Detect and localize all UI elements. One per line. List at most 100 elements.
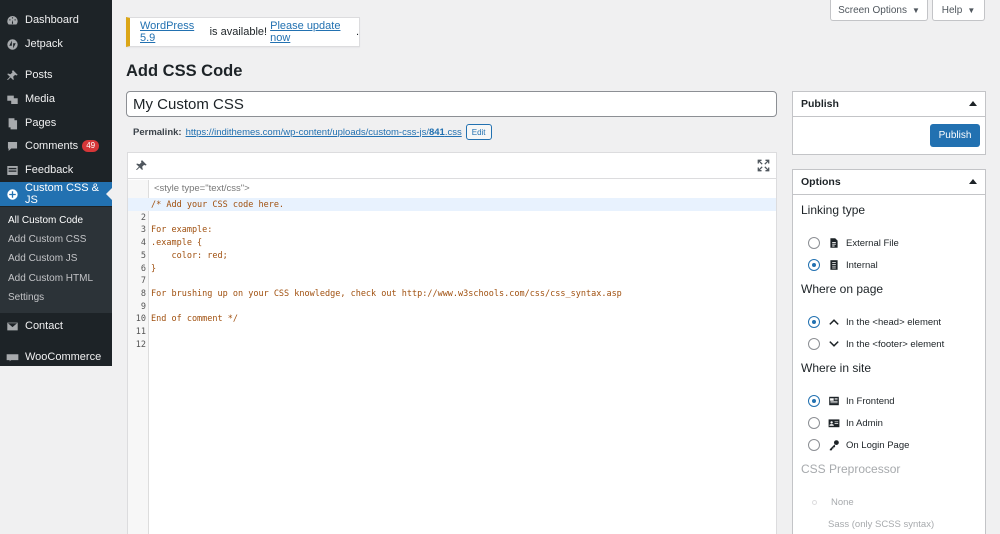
option-label: In Frontend xyxy=(846,395,895,407)
where-in-site-heading: Where in site xyxy=(801,361,872,375)
sidebar-item-pages[interactable]: Pages xyxy=(0,111,112,135)
update-now-link[interactable]: Please update now xyxy=(270,20,356,44)
publish-button[interactable]: Publish xyxy=(930,124,980,147)
line-number: 4 xyxy=(140,238,146,249)
option-in-admin[interactable]: In Admin xyxy=(808,416,883,430)
radio-in-frontend[interactable] xyxy=(808,395,820,407)
feedback-icon xyxy=(6,164,19,177)
chevron-up-icon xyxy=(828,316,840,328)
jetpack-icon xyxy=(6,38,19,51)
line-number: 8 xyxy=(140,288,146,299)
comments-icon xyxy=(6,140,19,153)
update-notice: WordPress 5.9 is available! Please updat… xyxy=(126,17,360,47)
line-number: 12 xyxy=(135,339,146,350)
submenu-item-add-custom-css[interactable]: Add Custom CSS xyxy=(8,234,86,245)
linking-type-heading: Linking type xyxy=(801,203,866,217)
option-internal[interactable]: Internal xyxy=(808,258,878,272)
option-login-page[interactable]: On Login Page xyxy=(808,438,909,452)
code-line[interactable]: /* Add your CSS code here. xyxy=(151,200,284,210)
permalink-link[interactable]: https://indithemes.com/wp-content/upload… xyxy=(186,127,462,138)
submenu-item-all-custom-code[interactable]: All Custom Code xyxy=(8,215,83,226)
submenu-item-settings[interactable]: Settings xyxy=(8,292,44,303)
option-label: None xyxy=(831,496,854,508)
code-line[interactable]: .example { xyxy=(151,238,202,248)
code-line[interactable]: End of comment */ xyxy=(151,314,238,324)
edit-permalink-button[interactable]: Edit xyxy=(465,124,492,140)
publish-box: Publish Publish xyxy=(792,91,986,155)
css-preprocessor-heading: CSS Preprocessor xyxy=(801,462,901,476)
radio-head-element[interactable] xyxy=(808,316,820,328)
line-number: 10 xyxy=(135,314,146,325)
caret-down-icon: ▼ xyxy=(967,5,976,15)
help-button[interactable]: Help ▼ xyxy=(932,0,985,21)
option-label: In the <head> element xyxy=(846,316,942,328)
plus-circle-icon xyxy=(6,188,19,201)
key-icon xyxy=(828,439,840,451)
wordpress-version-link[interactable]: WordPress 5.9 xyxy=(140,20,207,44)
sidebar-item-label: Pages xyxy=(25,117,57,129)
sidebar-item-media[interactable]: Media xyxy=(0,87,112,111)
pin-icon[interactable] xyxy=(135,159,148,175)
help-label: Help xyxy=(941,4,963,16)
publish-box-header[interactable]: Publish xyxy=(793,92,985,117)
radio-external-file[interactable] xyxy=(808,237,820,249)
code-editor[interactable]: 123456789101112 <style type="text/css"> … xyxy=(127,152,777,534)
sidebar-item-posts[interactable]: Posts xyxy=(0,63,112,87)
options-box-title: Options xyxy=(801,176,841,188)
sidebar-item-label: Dashboard xyxy=(25,14,79,26)
style-tag-open: <style type="text/css"> xyxy=(154,183,250,194)
permalink-base: https://indithemes.com/wp-content/upload… xyxy=(185,126,429,138)
option-external-file[interactable]: External File xyxy=(808,236,899,250)
line-number: 9 xyxy=(140,301,146,312)
screen-options-button[interactable]: Screen Options ▼ xyxy=(830,0,928,21)
document-icon xyxy=(828,259,840,271)
option-label: On Login Page xyxy=(846,439,910,451)
sidebar-item-label: Feedback xyxy=(25,164,74,176)
media-icon xyxy=(6,93,19,106)
sidebar-item-woocommerce[interactable]: WooCommerce xyxy=(0,345,112,369)
sidebar-item-jetpack[interactable]: Jetpack xyxy=(0,32,112,56)
option-label: Internal xyxy=(846,259,878,271)
admin-sidebar: Dashboard Jetpack Posts Media Pages Comm… xyxy=(0,0,112,366)
radio-internal[interactable] xyxy=(808,259,820,271)
sidebar-item-comments[interactable]: Comments 49 xyxy=(0,134,112,158)
radio-in-admin[interactable] xyxy=(808,417,820,429)
option-label: In the <footer> element xyxy=(846,338,945,350)
sidebar-item-dashboard[interactable]: Dashboard xyxy=(0,8,112,32)
options-box-header[interactable]: Options xyxy=(793,170,985,195)
sidebar-item-custom-css-js[interactable]: Custom CSS & JS xyxy=(0,182,112,206)
option-preprocessor-none: None xyxy=(808,495,854,509)
sidebar-item-label: Custom CSS & JS xyxy=(25,182,99,206)
option-footer-element[interactable]: In the <footer> element xyxy=(808,337,944,351)
page-title: Add CSS Code xyxy=(126,62,243,80)
line-number-gutter: 123456789101112 xyxy=(128,180,149,534)
post-title-input[interactable]: My Custom CSS xyxy=(126,91,777,117)
option-in-frontend[interactable]: In Frontend xyxy=(808,394,895,408)
line-number: 5 xyxy=(140,250,146,261)
sidebar-item-label: WooCommerce xyxy=(25,351,102,363)
submenu-item-add-custom-html[interactable]: Add Custom HTML xyxy=(8,273,93,284)
radio-login-page[interactable] xyxy=(808,439,820,451)
radio-footer-element[interactable] xyxy=(808,338,820,350)
permalink-label: Permalink: xyxy=(133,126,182,138)
sidebar-item-label: Contact xyxy=(25,320,63,332)
sidebar-item-label: Media xyxy=(25,93,55,105)
code-line[interactable]: } xyxy=(151,264,156,274)
sidebar-item-contact[interactable]: Contact xyxy=(0,314,112,338)
collapse-arrow-icon[interactable] xyxy=(969,179,977,184)
line-number: 2 xyxy=(140,212,146,223)
code-line[interactable]: For example: xyxy=(151,225,212,235)
submenu-item-add-custom-js[interactable]: Add Custom JS xyxy=(8,253,77,264)
woocommerce-icon xyxy=(6,351,19,364)
code-line[interactable]: For brushing up on your CSS knowledge, c… xyxy=(151,289,622,299)
option-label: In Admin xyxy=(846,417,883,429)
where-on-page-heading: Where on page xyxy=(801,282,884,296)
option-head-element[interactable]: In the <head> element xyxy=(808,315,941,329)
fullscreen-icon[interactable] xyxy=(757,159,770,175)
comments-count-badge: 49 xyxy=(82,140,100,152)
sidebar-item-feedback[interactable]: Feedback xyxy=(0,158,112,182)
sidebar-item-label: Comments xyxy=(25,140,79,152)
code-line[interactable]: color: red; xyxy=(151,251,227,261)
line-number: 3 xyxy=(140,225,146,236)
collapse-arrow-icon[interactable] xyxy=(969,101,977,106)
